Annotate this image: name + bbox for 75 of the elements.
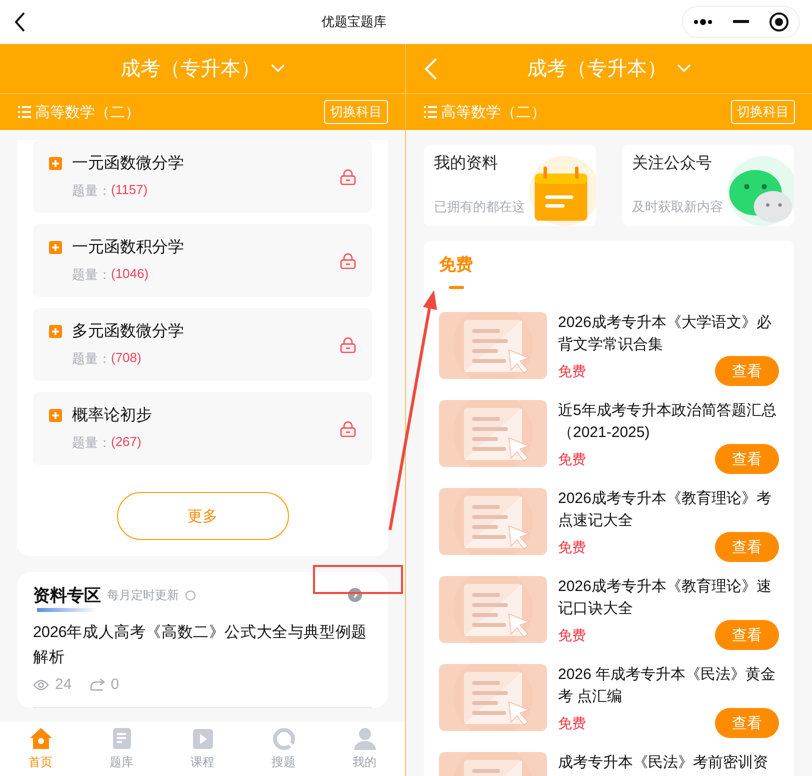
category-tab[interactable]: 免费 [439,253,473,295]
home-icon [28,727,52,751]
count-label: 题量： [72,266,111,284]
price-label: 免费 [558,715,586,733]
loading-icon [185,590,196,600]
question-count: (1157) [111,182,148,199]
minimize-icon[interactable] [733,20,749,24]
price-label: 免费 [558,539,586,557]
question-count: (1046) [111,266,149,283]
share-count: 0 [110,676,120,693]
chapter-title: 一元函数积分学 [72,238,184,258]
question-count: (267) [111,434,142,451]
nav-tab[interactable]: 我的 [324,722,405,776]
shortcut-title: 我的资料 [434,154,499,174]
price-label: 免费 [558,451,586,469]
exam-title: 成考（专升本） [527,57,667,82]
nav-tab[interactable]: 首页 [0,722,81,776]
shortcut-subtitle: 已拥有的都在这 [434,198,525,216]
view-button[interactable]: 查看 [715,444,779,474]
play-icon [190,727,214,751]
view-button[interactable]: 查看 [715,708,779,738]
chapter-title: 概率论初步 [72,406,152,426]
count-label: 题量： [72,434,111,452]
count-label: 题量： [72,350,111,368]
item-title[interactable]: 近5年成考专升本政治简答题汇总（2021-2025) [558,400,779,444]
app-title: 优题宝题库 [322,13,386,31]
subject-label: 高等数学（二） [35,102,140,122]
item-title[interactable]: 成考专升本《民法》考前密训资 [558,752,779,774]
plus-icon [49,409,62,422]
nav-tab[interactable]: 课程 [162,722,243,776]
item-title[interactable]: 2026 年成考专升本《民法》黄金考 点汇编 [558,664,779,708]
shortcut-card[interactable]: 关注公众号 及时获取新内容 [622,145,794,226]
more-button[interactable]: 更多 [116,492,288,540]
chapter-card[interactable]: 一元函数积分学 题量：(1046) [33,224,372,297]
chapter-title: 一元函数微分学 [72,154,184,174]
plus-icon [49,157,62,170]
shortcut-card[interactable]: 我的资料 已拥有的都在这 [424,145,596,226]
switch-subject-button[interactable]: 切换科目 [731,100,795,124]
nav-tab[interactable]: 搜题 [243,722,324,776]
view-button[interactable]: 查看 [715,620,779,650]
share-icon [90,678,105,691]
chapter-card[interactable]: 多元函数微分学 题量：(708) [33,308,372,381]
price-label: 免费 [558,363,586,381]
view-button[interactable]: 查看 [715,532,779,562]
plus-icon [49,241,62,254]
price-label: 免费 [558,627,586,645]
view-count: 24 [55,676,72,693]
list-icon [18,106,31,118]
nav-tab[interactable]: 题库 [81,722,162,776]
item-title[interactable]: 2026成考专升本《教育理论》速记口诀大全 [558,576,779,620]
section-title: 资料专区 [33,584,101,612]
chapter-title: 多元函数微分学 [72,322,184,342]
shortcut-title: 关注公众号 [632,154,713,174]
shortcut-subtitle: 及时获取新内容 [632,198,723,216]
arrow-right-icon[interactable] [348,588,362,602]
chapter-card[interactable]: 概率论初步 题量：(267) [33,392,372,465]
close-icon[interactable] [769,12,789,32]
more-icon[interactable] [693,18,713,26]
question-count: (708) [111,350,142,367]
list-icon [424,106,437,118]
chapter-card[interactable]: 一元函数微分学 题量：(1157) [33,140,372,213]
switch-subject-button[interactable]: 切换科目 [324,100,388,124]
item-title[interactable]: 2026成考专升本《大学语文》必背文学常识合集 [558,312,779,356]
section-subtitle: 每月定时更新 [107,586,179,604]
search-icon [272,727,296,751]
plus-icon [49,325,62,338]
person-icon [352,727,376,751]
subject-label: 高等数学（二） [441,102,546,122]
back-icon[interactable] [14,12,26,32]
article-title[interactable]: 2026年成人高考《高数二》公式大全与典型例题解析 [33,620,372,670]
item-title[interactable]: 2026成考专升本《教育理论》考点速记大全 [558,488,779,532]
view-button[interactable]: 查看 [715,356,779,386]
count-label: 题量： [72,182,111,200]
eye-icon [33,678,49,690]
exam-title: 成考（专升本） [120,57,260,82]
